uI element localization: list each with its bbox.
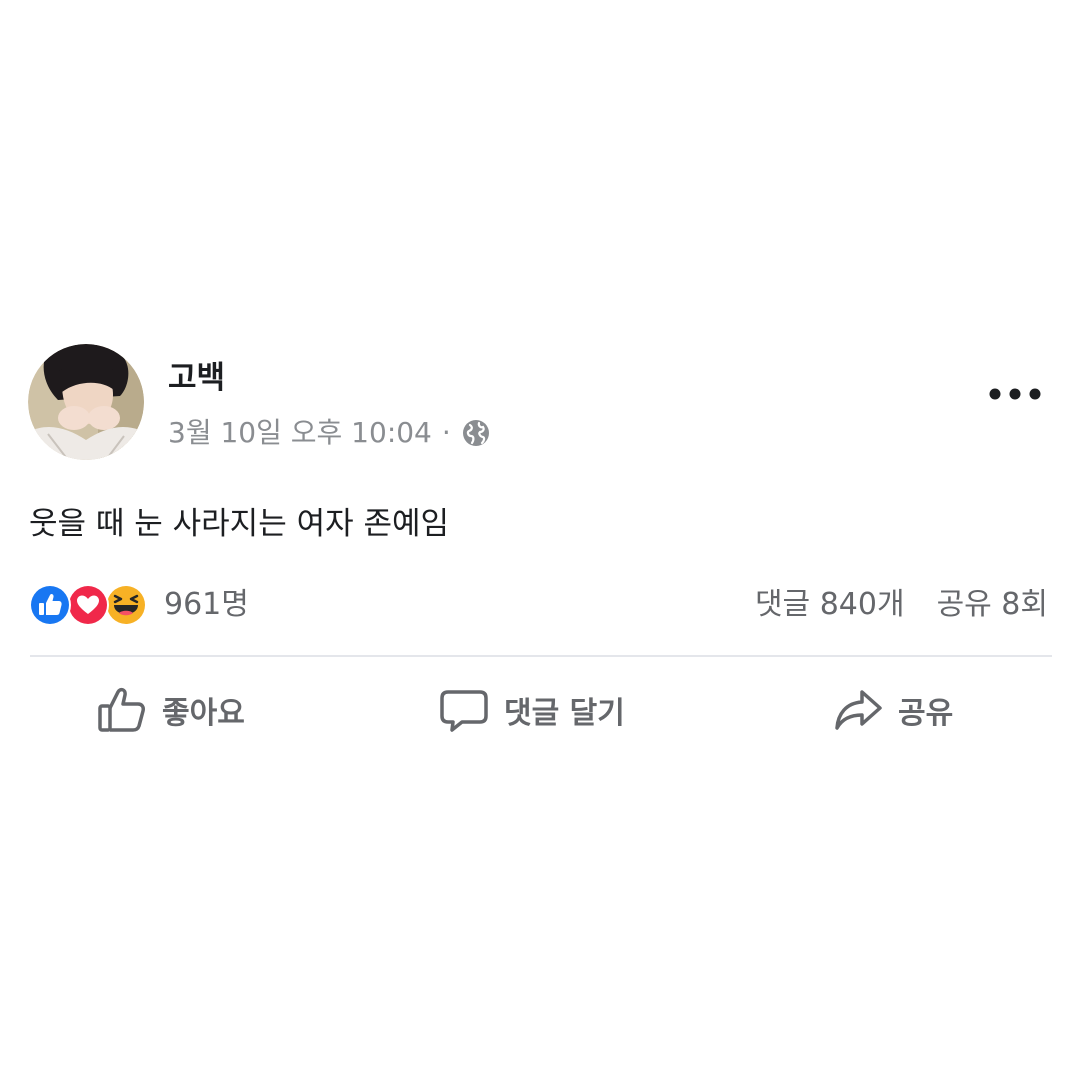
author-name[interactable]: 고백 [168,358,225,398]
thumbs-up-icon [98,687,145,732]
comment-bubble-icon [440,690,488,732]
like-button[interactable]: 좋아요 [96,678,245,742]
post-meta: 3월 10일 오후 10:04 · [168,414,491,452]
haha-reaction-icon [104,583,148,627]
action-divider [30,655,1052,657]
like-button-label: 좋아요 [162,696,245,731]
love-reaction-icon [66,583,110,627]
comment-count-link[interactable]: 댓글 840개 [755,582,905,628]
ellipsis-icon [989,388,1041,400]
like-reaction-icon [28,583,72,627]
reactions-summary[interactable]: 961명 [28,582,249,628]
comment-button-label: 댓글 달기 [504,696,625,731]
meta-separator: · [441,416,451,449]
share-arrow-icon [835,690,882,730]
globe-icon[interactable] [461,418,491,448]
action-bar: 좋아요 댓글 달기 공유 [30,678,1052,742]
post-card: 고백 3월 10일 오후 10:04 · 웃을 때 눈 사라지는 여자 존예임 [0,0,1080,1080]
post-timestamp[interactable]: 3월 10일 오후 10:04 [168,414,432,452]
author-avatar[interactable] [28,344,144,460]
share-button-label: 공유 [898,696,954,731]
share-count-link[interactable]: 공유 8회 [937,582,1048,628]
more-options-button[interactable] [984,374,1046,414]
comment-button[interactable]: 댓글 달기 [438,678,625,742]
reaction-count: 961명 [164,587,249,622]
engagement-stats: 댓글 840개 공유 8회 [755,582,1048,628]
post-text: 웃을 때 눈 사라지는 여자 존예임 [29,506,450,542]
share-button[interactable]: 공유 [832,678,953,742]
